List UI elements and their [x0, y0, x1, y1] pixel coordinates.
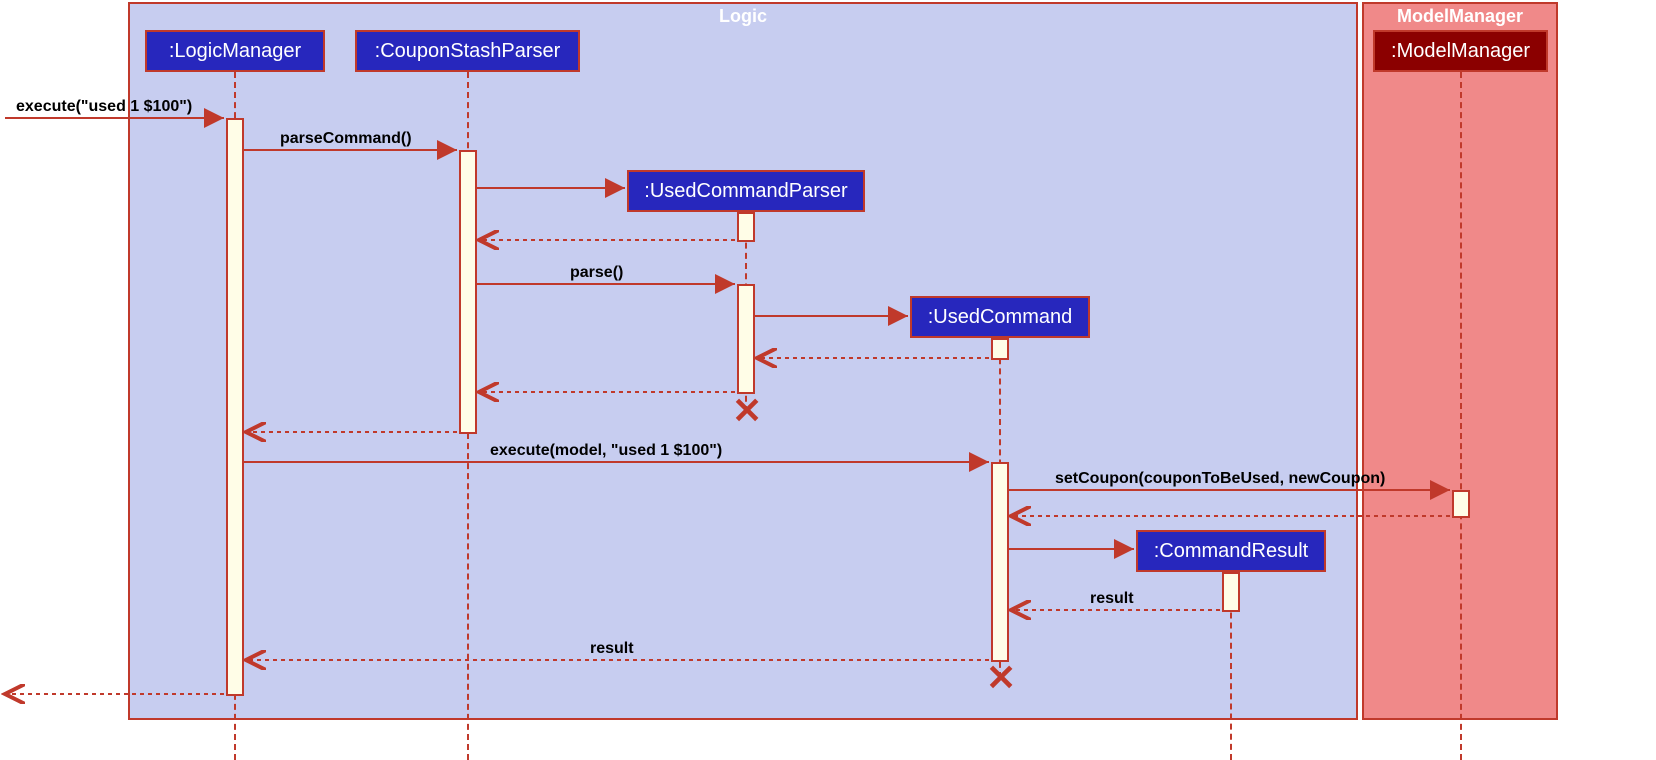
participant-usedcommand-label: :UsedCommand [928, 306, 1073, 329]
label-result2: result [590, 640, 634, 658]
participant-couponstashparser: :CouponStashParser [355, 30, 580, 72]
participant-logicmanager-label: :LogicManager [169, 40, 301, 63]
label-parsecommand: parseCommand() [280, 130, 412, 148]
participant-commandresult-label: :CommandResult [1154, 540, 1309, 563]
participant-modelmanager: :ModelManager [1373, 30, 1548, 72]
label-parse: parse() [570, 264, 623, 282]
participant-commandresult: :CommandResult [1136, 530, 1326, 572]
label-execute-used: execute("used 1 $100") [16, 98, 192, 116]
participant-usedcommand: :UsedCommand [910, 296, 1090, 338]
participant-usedcommandparser: :UsedCommandParser [627, 170, 865, 212]
label-result1: result [1090, 590, 1134, 608]
label-execute-model: execute(model, "used 1 $100") [490, 442, 722, 460]
participant-couponstashparser-label: :CouponStashParser [375, 40, 561, 63]
participant-usedcommandparser-label: :UsedCommandParser [644, 180, 847, 203]
label-setcoupon: setCoupon(couponToBeUsed, newCoupon) [1055, 470, 1385, 488]
participant-modelmanager-label: :ModelManager [1391, 40, 1530, 63]
participant-logicmanager: :LogicManager [145, 30, 325, 72]
